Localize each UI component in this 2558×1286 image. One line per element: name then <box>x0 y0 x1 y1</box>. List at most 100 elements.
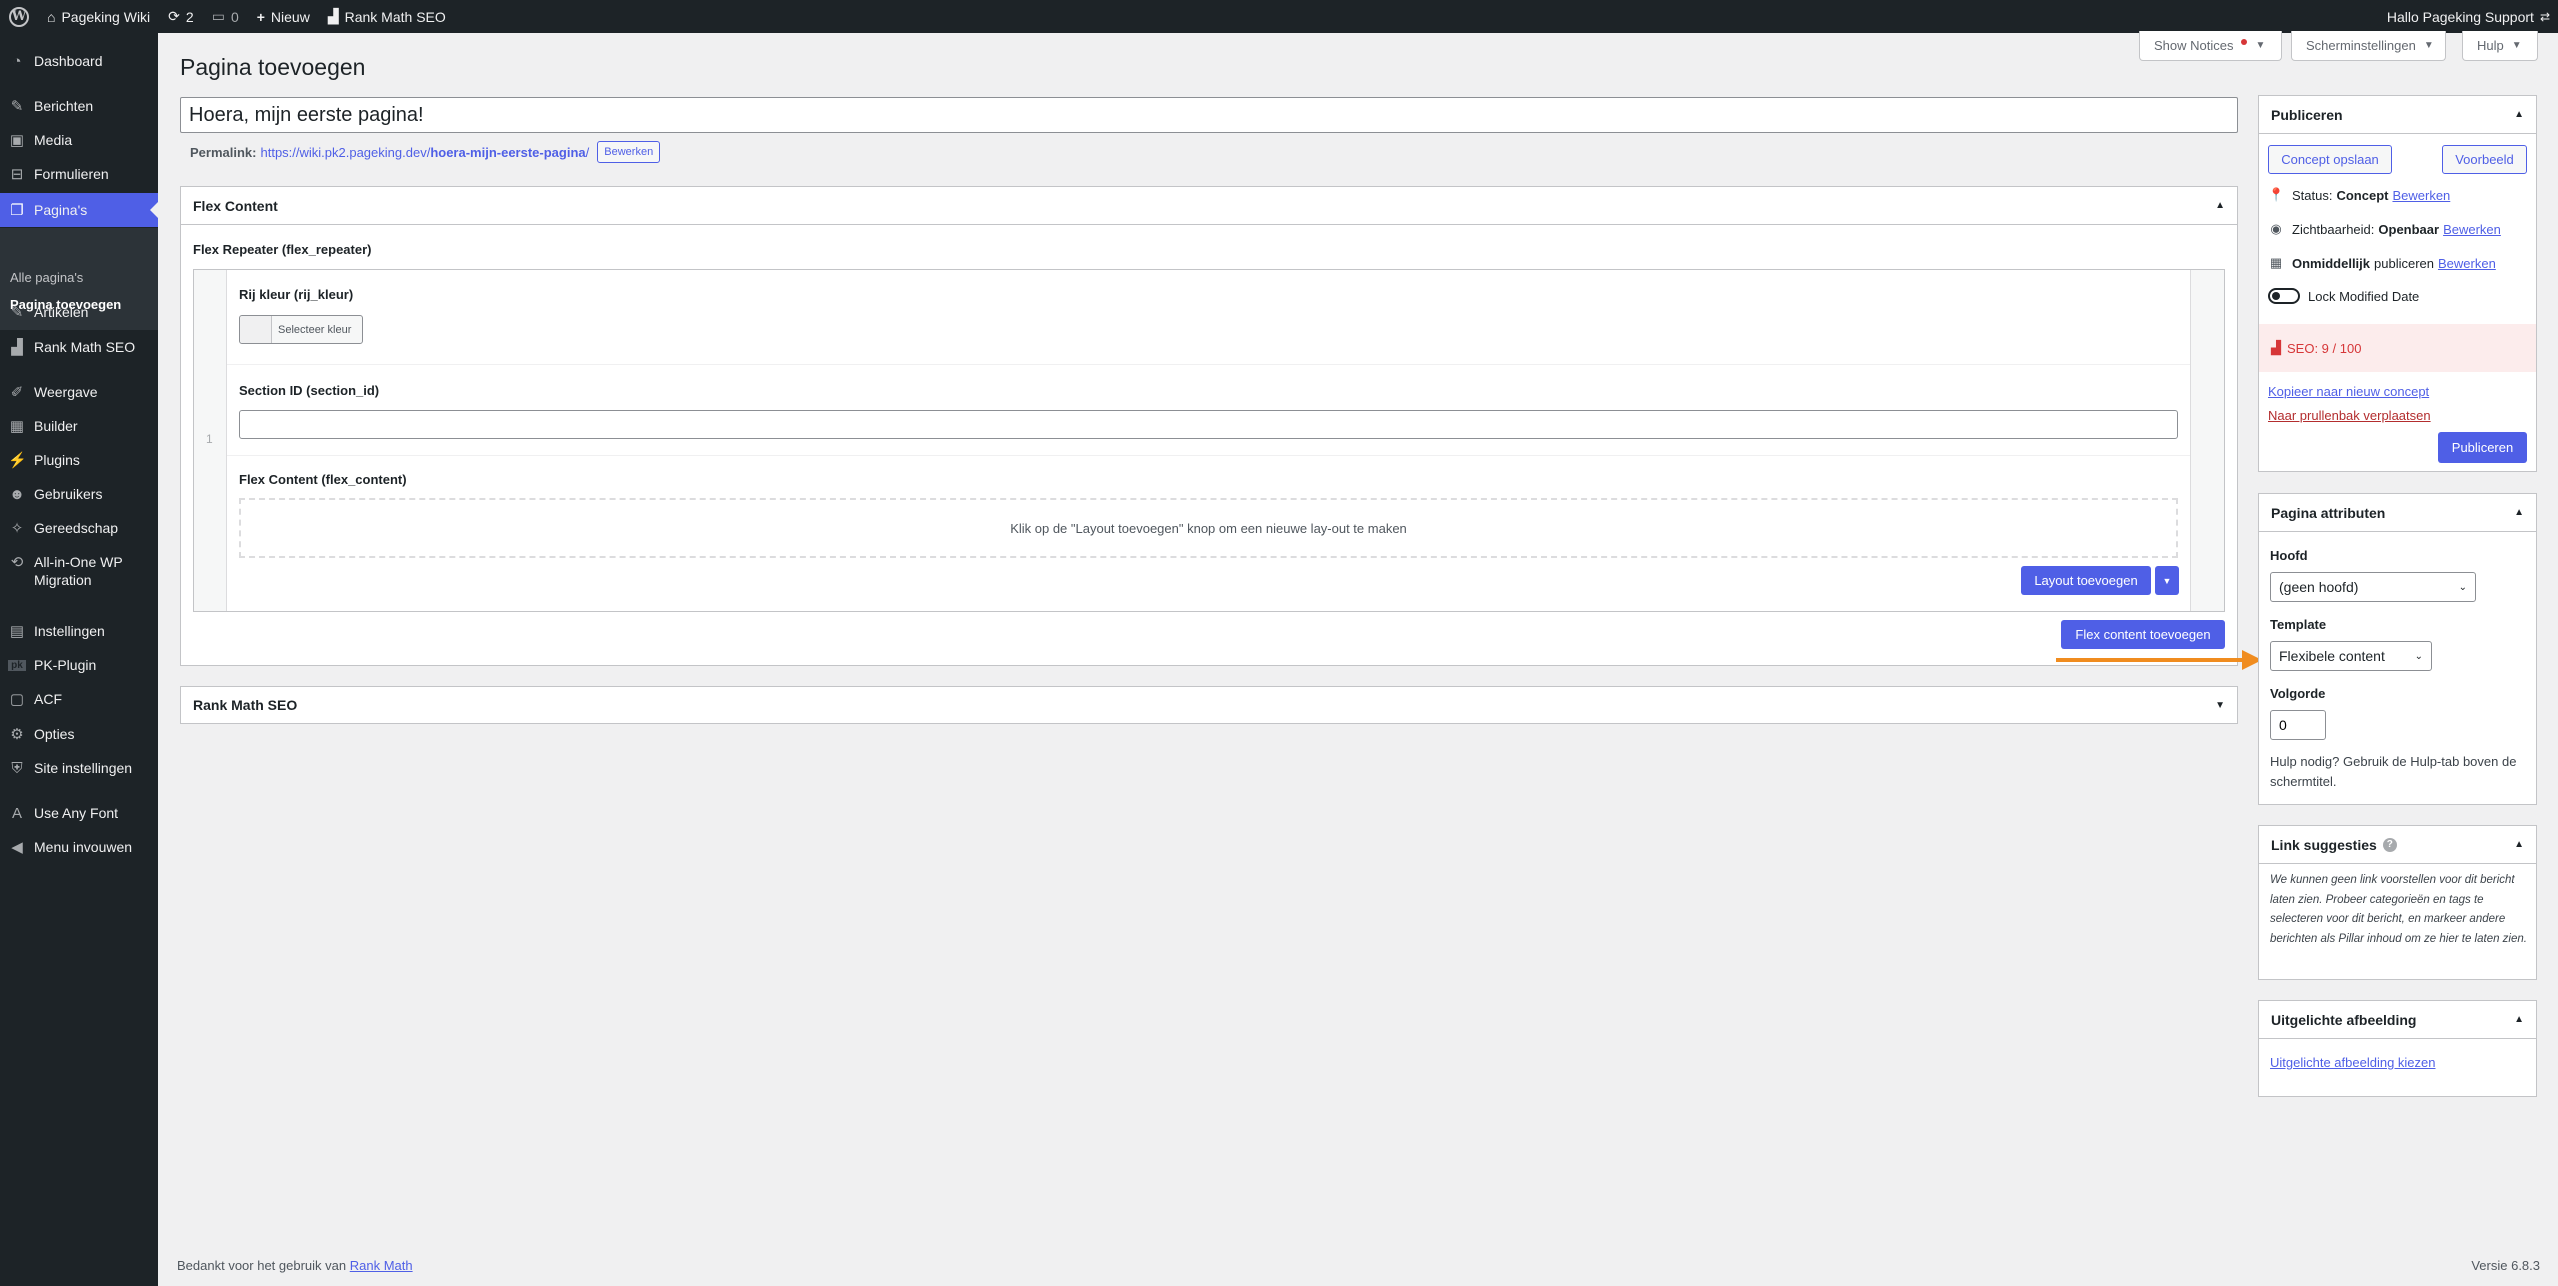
sidebar-item-berichten[interactable]: ✎ Berichten <box>0 89 158 123</box>
link-suggestions-header[interactable]: Link suggesties? ▲ <box>2259 826 2536 864</box>
updates-menu[interactable]: ⟳ 2 <box>159 0 203 33</box>
lock-modified-toggle[interactable] <box>2268 288 2300 304</box>
sidebar-item-gebruikers[interactable]: ☻ Gebruikers <box>0 477 158 511</box>
site-name-menu[interactable]: ⌂ Pageking Wiki <box>38 0 159 33</box>
my-account-menu[interactable]: Hallo Pageking Support ⇄ <box>2378 0 2558 33</box>
row-color-label: Rij kleur (rij_kleur) <box>239 287 354 302</box>
sidebar-item-label: Menu invouwen <box>34 839 133 855</box>
help-label: Hulp <box>2477 38 2504 53</box>
collapse-down-icon[interactable]: ▼ <box>2215 700 2225 711</box>
screen-options-button[interactable]: Scherminstellingen ▼ <box>2291 31 2446 61</box>
featured-image-header[interactable]: Uitgelichte afbeelding ▲ <box>2259 1001 2536 1039</box>
schedule-edit-link[interactable]: Bewerken <box>2438 256 2496 271</box>
sidebar-item-acf[interactable]: ▢ ACF <box>0 682 158 716</box>
collapse-up-icon[interactable]: ▲ <box>2514 507 2524 518</box>
sidebar-item-builder[interactable]: ▦ Builder <box>0 409 158 443</box>
submenu-all-pages[interactable]: Alle pagina's <box>10 270 83 285</box>
page-attributes-title: Pagina attributen <box>2271 504 2386 521</box>
visibility-row: ◉ Zichtbaarheid: Openbaar Bewerken <box>2268 221 2501 237</box>
site-name: Pageking Wiki <box>61 8 151 25</box>
add-flex-content-button[interactable]: Flex content toevoegen <box>2061 620 2225 649</box>
footer-rankmath-link[interactable]: Rank Math <box>350 1258 413 1273</box>
sidebar-item-formulieren[interactable]: ⊟ Formulieren <box>0 157 158 191</box>
publish-header[interactable]: Publiceren ▲ <box>2259 96 2536 134</box>
collapse-up-icon[interactable]: ▲ <box>2514 1014 2524 1025</box>
sidebar-item-gereedschap[interactable]: ✧ Gereedschap <box>0 511 158 545</box>
featured-image-title: Uitgelichte afbeelding <box>2271 1011 2417 1028</box>
sidebar-item-artikelen[interactable]: ✎ Artikelen <box>0 295 158 329</box>
rankmath-menu[interactable]: ▟ Rank Math SEO <box>319 0 455 33</box>
move-to-trash-link[interactable]: Naar prullenbak verplaatsen <box>2268 408 2431 423</box>
flex-content-header[interactable]: Flex Content ▲ <box>181 187 2237 225</box>
show-notices-button[interactable]: Show Notices ▼ <box>2139 31 2282 61</box>
seo-score-row[interactable]: ▟ SEO: 9 / 100 <box>2259 324 2536 372</box>
sidebar-item-label: Formulieren <box>34 166 109 182</box>
permalink-edit-button[interactable]: Bewerken <box>597 141 661 163</box>
status-edit-link[interactable]: Bewerken <box>2392 188 2450 203</box>
sidebar-item-dashboard[interactable]: ◔ Dashboard <box>0 44 158 78</box>
sidebar-item-migration[interactable]: ⟲ All-in-One WP Migration <box>0 549 158 591</box>
sidebar-item-plugins[interactable]: ⚡ Plugins <box>0 443 158 477</box>
save-draft-button[interactable]: Concept opslaan <box>2268 145 2392 174</box>
sidebar-item-paginas[interactable]: ❐ Pagina's <box>0 193 158 227</box>
sidebar-item-site-instellingen[interactable]: ⛨ Site instellingen <box>0 751 158 785</box>
sidebar-item-instellingen[interactable]: ▤ Instellingen <box>0 614 158 648</box>
permalink: Permalink: https://wiki.pk2.pageking.dev… <box>190 141 661 163</box>
eye-icon: ◉ <box>2270 221 2282 236</box>
sidebar-item-use-any-font[interactable]: A Use Any Font <box>0 796 158 830</box>
layout-dropdown-button[interactable]: ▼ <box>2155 566 2179 595</box>
collapse-menu-button[interactable]: ◀ Menu invouwen <box>0 830 158 864</box>
empty-layout-message: Klik op de "Layout toevoegen" knop om ee… <box>239 498 2178 558</box>
color-picker-button[interactable]: Selecteer kleur <box>239 315 363 344</box>
copy-to-draft-link[interactable]: Kopieer naar nieuw concept <box>2268 384 2429 399</box>
comments-menu[interactable]: ▭ 0 <box>203 0 248 33</box>
wordpress-icon: W <box>9 6 29 27</box>
acf-icon: ▢ <box>9 691 25 708</box>
greeting: Hallo Pageking Support <box>2386 8 2534 25</box>
sidebar-item-label: Use Any Font <box>34 805 119 821</box>
account-icon: ⇄ <box>2539 9 2550 24</box>
publish-button[interactable]: Publiceren <box>2438 432 2527 463</box>
permalink-base: https://wiki.pk2.pageking.dev/ <box>260 144 431 160</box>
caret-down-icon: ▼ <box>2255 40 2266 51</box>
link-suggestions-title-wrap: Link suggesties? <box>2271 837 2397 853</box>
media-icon: ▣ <box>9 132 25 149</box>
toggle-knob <box>2272 292 2280 300</box>
order-input[interactable] <box>2270 710 2326 740</box>
visibility-edit-link[interactable]: Bewerken <box>2443 222 2501 237</box>
section-id-input[interactable] <box>239 410 2178 439</box>
rankmath-box-header[interactable]: Rank Math SEO ▼ <box>181 687 2237 723</box>
sidebar-item-label: Opties <box>34 726 75 742</box>
page-attributes-header[interactable]: Pagina attributen ▲ <box>2259 494 2536 532</box>
help-button[interactable]: Hulp ▼ <box>2462 31 2538 61</box>
sidebar-item-rankmath[interactable]: ▟ Rank Math SEO <box>0 330 158 364</box>
preview-button[interactable]: Voorbeeld <box>2442 145 2527 174</box>
wp-logo-menu[interactable]: W <box>0 0 38 33</box>
sidebar-item-opties[interactable]: ⚙ Opties <box>0 717 158 751</box>
brush-icon: ✐ <box>10 384 24 401</box>
new-content-menu[interactable]: + Nieuw <box>248 0 319 33</box>
template-select[interactable]: Flexibele content ⌄ <box>2270 641 2432 671</box>
collapse-up-icon[interactable]: ▲ <box>2514 109 2524 120</box>
title-input[interactable] <box>180 97 2238 133</box>
set-featured-image-link[interactable]: Uitgelichte afbeelding kiezen <box>2270 1055 2436 1070</box>
permalink-link[interactable]: https://wiki.pk2.pageking.dev/hoera-mijn… <box>260 145 589 160</box>
schedule-row: ▦ Onmiddellijk publiceren Bewerken <box>2268 255 2496 271</box>
help-icon[interactable]: ? <box>2382 837 2397 852</box>
divider <box>227 455 2190 456</box>
plugin-icon: ⚡ <box>8 452 27 469</box>
add-layout-button[interactable]: Layout toevoegen <box>2021 566 2151 595</box>
sidebar-item-pk-plugin[interactable]: pk PK-Plugin <box>0 648 158 682</box>
chevron-down-icon: ⌄ <box>2458 581 2467 593</box>
sidebar-item-media[interactable]: ▣ Media <box>0 123 158 157</box>
collapse-up-icon[interactable]: ▲ <box>2215 200 2225 211</box>
sidebar-item-weergave[interactable]: ✐ Weergave <box>0 375 158 409</box>
sidebar-item-label: Pagina's <box>34 202 88 218</box>
show-notices-label: Show Notices <box>2154 38 2234 53</box>
sidebar-item-label: Rank Math SEO <box>34 339 136 355</box>
row-number[interactable]: 1 <box>206 432 213 446</box>
comments-count: 0 <box>230 8 239 25</box>
collapse-up-icon[interactable]: ▲ <box>2514 839 2524 850</box>
schedule-text: publiceren <box>2374 255 2435 271</box>
parent-select[interactable]: (geen hoofd) ⌄ <box>2270 572 2476 602</box>
